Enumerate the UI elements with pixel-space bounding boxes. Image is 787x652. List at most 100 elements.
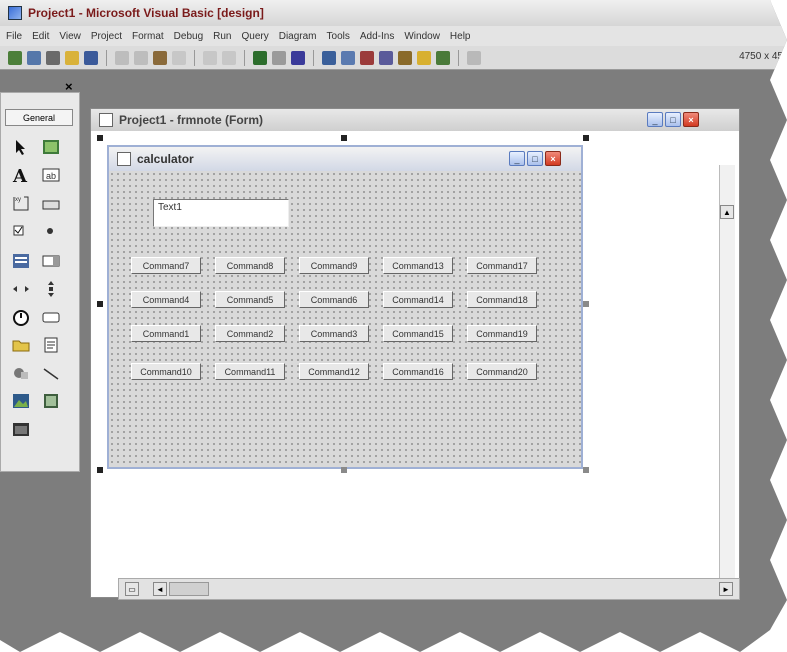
- command6-button[interactable]: Command6: [299, 291, 369, 308]
- menu-tools[interactable]: Tools: [327, 31, 350, 42]
- command12-button[interactable]: Command12: [299, 363, 369, 380]
- hscrollbar-icon[interactable]: [11, 279, 31, 299]
- command14-button[interactable]: Command14: [383, 291, 453, 308]
- textbox-icon[interactable]: ab: [41, 165, 61, 185]
- resize-handle[interactable]: [583, 467, 589, 473]
- frame-icon[interactable]: xy: [11, 193, 31, 213]
- scroll-thumb[interactable]: [169, 582, 209, 596]
- resize-handle[interactable]: [97, 135, 103, 141]
- end-icon[interactable]: [291, 50, 305, 65]
- project-explorer-icon[interactable]: [322, 50, 336, 65]
- vscrollbar-icon[interactable]: [41, 279, 61, 299]
- command15-button[interactable]: Command15: [383, 325, 453, 342]
- menu-run[interactable]: Run: [213, 31, 231, 42]
- command20-button[interactable]: Command20: [467, 363, 537, 380]
- resize-handle[interactable]: [583, 135, 589, 141]
- shape-icon[interactable]: [11, 363, 31, 383]
- menu-editor-icon[interactable]: [46, 50, 60, 65]
- calculator-form[interactable]: calculator _ □ × Text1 Command7 Command8…: [107, 145, 583, 469]
- command7-button[interactable]: Command7: [131, 257, 201, 274]
- image-icon[interactable]: [11, 391, 31, 411]
- menu-diagram[interactable]: Diagram: [279, 31, 317, 42]
- menu-file[interactable]: File: [6, 31, 22, 42]
- resize-handle[interactable]: [341, 135, 347, 141]
- command4-button[interactable]: Command4: [131, 291, 201, 308]
- break-icon[interactable]: [272, 50, 286, 65]
- menu-add-ins[interactable]: Add-Ins: [360, 31, 394, 42]
- label-icon[interactable]: A: [11, 165, 31, 185]
- properties-window-icon[interactable]: [341, 50, 355, 65]
- close-icon[interactable]: ×: [65, 79, 73, 94]
- menu-window[interactable]: Window: [404, 31, 440, 42]
- resize-handle[interactable]: [97, 301, 103, 307]
- paste-icon[interactable]: [153, 50, 167, 65]
- menu-format[interactable]: Format: [132, 31, 164, 42]
- command8-button[interactable]: Command8: [215, 257, 285, 274]
- horizontal-scrollbar[interactable]: ▭ ◄ ►: [118, 578, 740, 600]
- menu-view[interactable]: View: [59, 31, 81, 42]
- command18-button[interactable]: Command18: [467, 291, 537, 308]
- command10-button[interactable]: Command10: [131, 363, 201, 380]
- open-project-icon[interactable]: [65, 50, 79, 65]
- listbox-icon[interactable]: [41, 251, 61, 271]
- command5-button[interactable]: Command5: [215, 291, 285, 308]
- command9-button[interactable]: Command9: [299, 257, 369, 274]
- pointer-icon[interactable]: [11, 137, 31, 157]
- form-grid-surface[interactable]: Text1 Command7 Command8 Command9 Command…: [109, 171, 581, 467]
- toolbox-tab-general[interactable]: General: [5, 109, 73, 126]
- command2-button[interactable]: Command2: [215, 325, 285, 342]
- timer-icon[interactable]: [11, 307, 31, 327]
- picture-box-icon[interactable]: [41, 137, 61, 157]
- maximize-button[interactable]: □: [527, 151, 543, 166]
- data-view-icon[interactable]: [417, 50, 431, 65]
- command17-button[interactable]: Command17: [467, 257, 537, 274]
- save-project-icon[interactable]: [84, 50, 98, 65]
- close-button[interactable]: ×: [545, 151, 561, 166]
- minimize-button[interactable]: _: [647, 112, 663, 127]
- menu-help[interactable]: Help: [450, 31, 471, 42]
- add-form-icon[interactable]: [27, 50, 41, 65]
- menu-debug[interactable]: Debug: [174, 31, 203, 42]
- command-button-icon[interactable]: [41, 193, 61, 213]
- menu-query[interactable]: Query: [241, 31, 268, 42]
- scroll-right-icon[interactable]: ►: [719, 582, 733, 596]
- form-tab-icon[interactable]: ▭: [125, 582, 139, 596]
- toolbox-icon[interactable]: [398, 50, 412, 65]
- command13-button[interactable]: Command13: [383, 257, 453, 274]
- vertical-scrollbar[interactable]: ▲ ▼: [719, 165, 735, 595]
- resize-handle[interactable]: [341, 467, 347, 473]
- copy-icon[interactable]: [134, 50, 148, 65]
- close-button[interactable]: ×: [683, 112, 699, 127]
- command1-button[interactable]: Command1: [131, 325, 201, 342]
- file-listbox-icon[interactable]: [41, 335, 61, 355]
- form-layout-icon[interactable]: [360, 50, 374, 65]
- option-button-icon[interactable]: [41, 221, 61, 241]
- menu-edit[interactable]: Edit: [32, 31, 49, 42]
- folder-icon[interactable]: [11, 335, 31, 355]
- component-manager-icon[interactable]: [436, 50, 450, 65]
- line-icon[interactable]: [41, 363, 61, 383]
- object-browser-icon[interactable]: [379, 50, 393, 65]
- resize-handle[interactable]: [583, 301, 589, 307]
- data-icon[interactable]: [41, 391, 61, 411]
- checkbox-icon[interactable]: [11, 221, 31, 241]
- resize-handle[interactable]: [97, 467, 103, 473]
- cut-icon[interactable]: [115, 50, 129, 65]
- command16-button[interactable]: Command16: [383, 363, 453, 380]
- command19-button[interactable]: Command19: [467, 325, 537, 342]
- scroll-left-icon[interactable]: ◄: [153, 582, 167, 596]
- ole-icon[interactable]: [11, 419, 31, 439]
- text1-textbox[interactable]: Text1: [153, 199, 289, 227]
- command3-button[interactable]: Command3: [299, 325, 369, 342]
- combobox-icon[interactable]: [11, 251, 31, 271]
- drive-listbox-icon[interactable]: [41, 307, 61, 327]
- start-icon[interactable]: [253, 50, 267, 65]
- menu-project[interactable]: Project: [91, 31, 122, 42]
- scroll-up-icon[interactable]: ▲: [720, 205, 734, 219]
- command11-button[interactable]: Command11: [215, 363, 285, 380]
- find-icon[interactable]: [172, 50, 186, 65]
- redo-icon[interactable]: [222, 50, 236, 65]
- undo-icon[interactable]: [203, 50, 217, 65]
- add-project-icon[interactable]: [8, 50, 22, 65]
- minimize-button[interactable]: _: [509, 151, 525, 166]
